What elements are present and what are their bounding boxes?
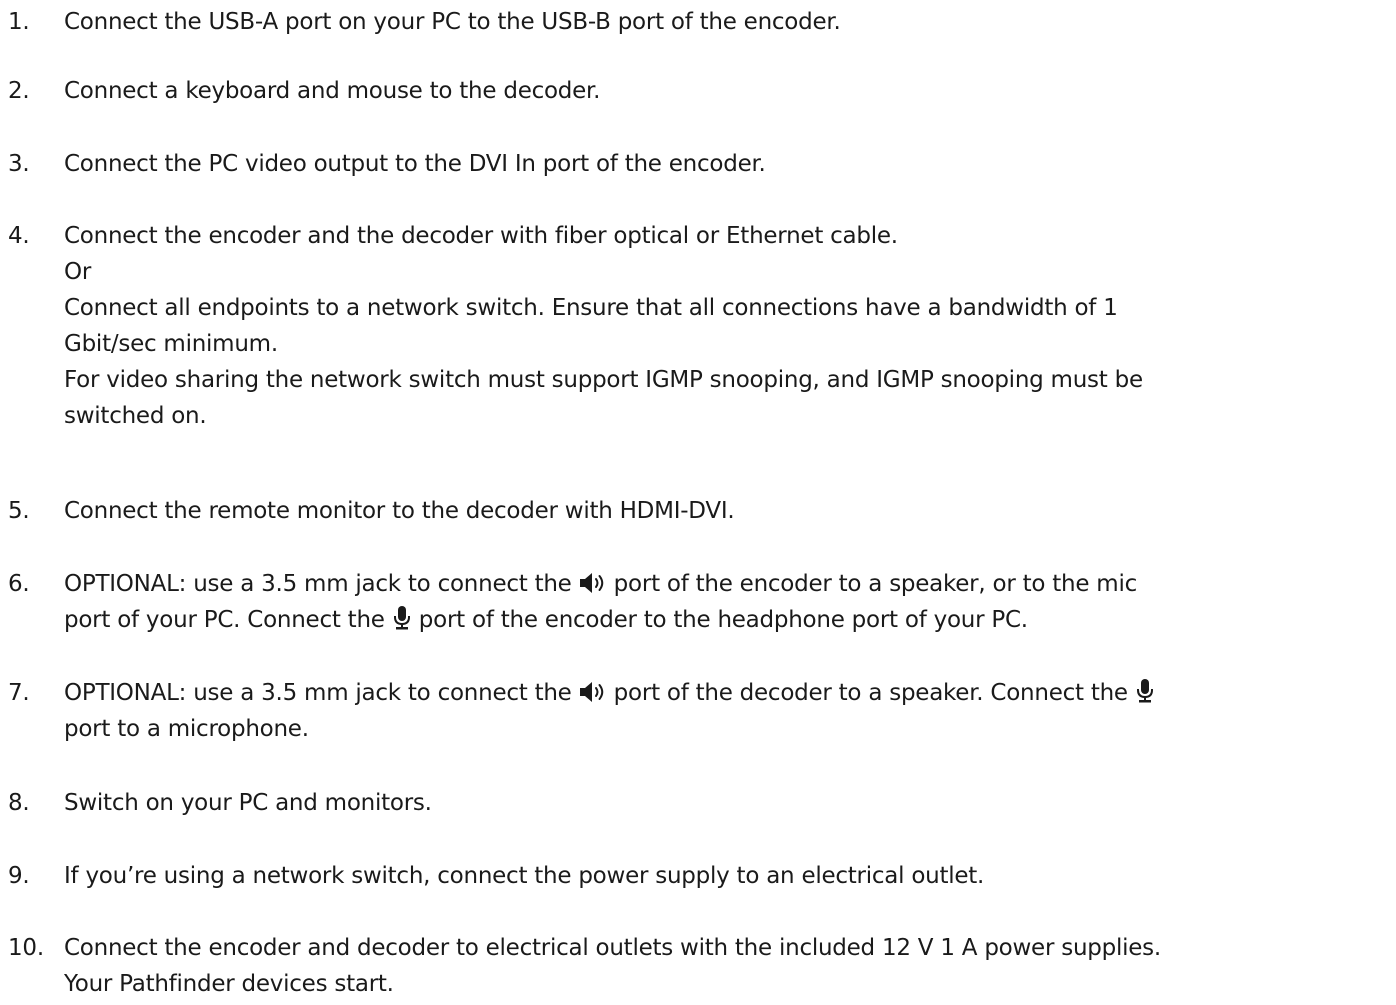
step-line: Gbit/sec minimum. — [64, 331, 278, 357]
step-text-segment: OPTIONAL: use a 3.5 mm jack to connect t… — [64, 571, 579, 597]
step-text-segment: OPTIONAL: use a 3.5 mm jack to connect t… — [64, 680, 579, 706]
step-text: Connect the PC video output to the DVI I… — [64, 146, 1392, 182]
step-text: Connect the remote monitor to the decode… — [64, 493, 1392, 529]
step-number: 8. — [8, 790, 30, 816]
step-line: Or — [64, 259, 92, 285]
step-line: port to a microphone. — [64, 716, 309, 742]
step-line: OPTIONAL: use a 3.5 mm jack to connect t… — [64, 566, 1392, 602]
step-line: For video sharing the network switch mus… — [64, 367, 1143, 393]
step-number: 5. — [8, 498, 30, 524]
step-text: OPTIONAL: use a 3.5 mm jack to connect t… — [64, 675, 1392, 747]
step-line: Connect the encoder and decoder to elect… — [64, 935, 1161, 961]
step-text-segment: port of the decoder to a speaker. Connec… — [606, 680, 1135, 706]
step-line: Switch on your PC and monitors. — [64, 790, 432, 816]
step-text: If you’re using a network switch, connec… — [64, 858, 1392, 894]
step-text-segment: port of the encoder to the headphone por… — [411, 607, 1028, 633]
step-number: 9. — [8, 863, 30, 889]
step-line: port of your PC. Connect the port of the… — [64, 602, 1392, 638]
step-line: OPTIONAL: use a 3.5 mm jack to connect t… — [64, 675, 1392, 711]
step-text-segment: port of your PC. Connect the — [64, 607, 392, 633]
step-number: 7. — [8, 680, 30, 706]
step-text: Connect a keyboard and mouse to the deco… — [64, 73, 1392, 109]
microphone-icon — [1135, 679, 1155, 703]
step-number: 4. — [8, 223, 30, 249]
step-text-segment: port of the encoder to a speaker, or to … — [606, 571, 1138, 597]
step-text: Connect the encoder and the decoder with… — [64, 218, 1392, 434]
step-line: Connect the PC video output to the DVI I… — [64, 151, 766, 177]
step-number: 2. — [8, 78, 30, 104]
speaker-icon — [579, 572, 607, 594]
step-line: If you’re using a network switch, connec… — [64, 863, 985, 889]
step-text: Switch on your PC and monitors. — [64, 785, 1392, 821]
step-text: OPTIONAL: use a 3.5 mm jack to connect t… — [64, 566, 1392, 638]
step-line: Connect the encoder and the decoder with… — [64, 223, 898, 249]
step-text: Connect the encoder and decoder to elect… — [64, 930, 1392, 1002]
speaker-icon — [579, 681, 607, 703]
step-line: switched on. — [64, 403, 207, 429]
step-line: Your Pathfinder devices start. — [64, 971, 394, 997]
step-line: Connect the USB-A port on your PC to the… — [64, 9, 841, 35]
step-number: 3. — [8, 151, 30, 177]
step-text: Connect the USB-A port on your PC to the… — [64, 4, 1392, 40]
instruction-document: 1. Connect the USB-A port on your PC to … — [0, 0, 1396, 1005]
microphone-icon — [392, 606, 412, 630]
step-line: Connect all endpoints to a network switc… — [64, 295, 1118, 321]
step-number: 1. — [8, 9, 30, 35]
step-number: 10. — [8, 935, 44, 961]
step-number: 6. — [8, 571, 30, 597]
step-line: Connect the remote monitor to the decode… — [64, 498, 735, 524]
step-line: Connect a keyboard and mouse to the deco… — [64, 78, 601, 104]
